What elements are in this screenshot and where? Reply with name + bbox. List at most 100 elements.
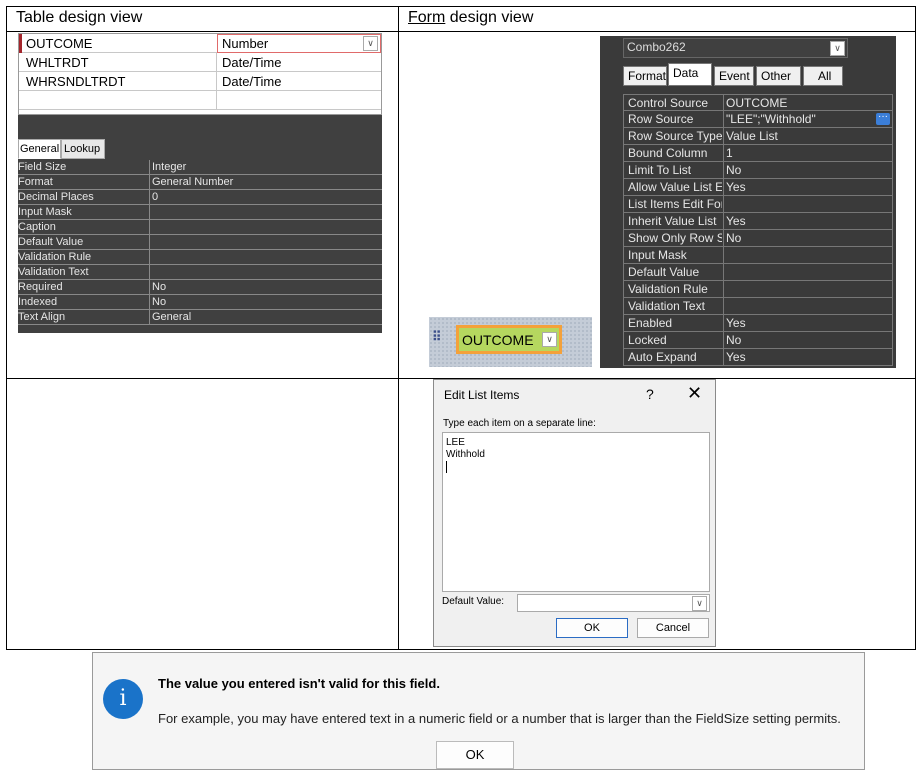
property-value: OUTCOME [726,96,788,110]
tab-data[interactable]: Data [668,63,712,86]
help-icon[interactable]: ? [646,386,654,402]
property-row[interactable]: Required No [18,280,382,295]
property-row[interactable]: Control Source OUTCOME [623,94,893,111]
field-name: WHRSNDLTRDT [26,74,126,89]
property-separator [149,280,150,295]
list-items-textarea[interactable]: LEE Withhold [442,432,710,592]
property-name: Limit To List [628,163,692,177]
property-row[interactable]: Validation Text [18,265,382,280]
property-value: No [726,333,742,347]
close-icon[interactable]: ✕ [687,383,702,404]
property-name: Allow Value List Edits [628,180,722,194]
ok-button[interactable]: OK [556,618,628,638]
property-name: Required [18,281,63,293]
move-handle-icon[interactable]: ⠿ [432,329,446,345]
column-separator [216,72,217,91]
property-name: Validation Rule [628,282,708,296]
property-separator [723,298,724,314]
tab-other[interactable]: Other [756,66,801,86]
field-row-outcome[interactable]: OUTCOME Number ∨ [19,34,381,53]
property-name: Text Align [18,311,66,323]
property-separator [723,281,724,297]
text-caret [446,461,447,473]
property-row[interactable]: Format General Number [18,175,382,190]
property-value: Yes [726,350,746,364]
property-row[interactable]: Enabled Yes [623,315,893,332]
tab-event[interactable]: Event [714,66,754,86]
column-separator [216,53,217,72]
chevron-down-icon[interactable]: ∨ [692,596,707,611]
property-value: 1 [726,146,733,160]
tab-general[interactable]: General [18,139,61,159]
property-name: Default Value [628,265,700,279]
property-row[interactable]: Decimal Places 0 [18,190,382,205]
property-row[interactable]: Auto Expand Yes [623,349,893,366]
tab-format[interactable]: Format [623,66,667,86]
property-separator [723,315,724,331]
default-value-select[interactable]: ∨ [517,594,710,612]
error-message: For example, you may have entered text i… [158,711,841,726]
property-row[interactable]: Default Value [623,264,893,281]
property-row[interactable]: Input Mask [623,247,893,264]
property-row[interactable]: Validation Text [623,298,893,315]
field-name: WHLTRDT [26,55,89,70]
row-selector[interactable] [19,34,22,53]
property-separator [149,190,150,205]
property-row[interactable]: Show Only Row Source Values No [623,230,893,247]
property-name: Field Size [18,161,67,173]
field-grid: OUTCOME Number ∨ WHLTRDT Date/Time WHRSN… [18,33,382,115]
property-row[interactable]: Indexed No [18,295,382,310]
property-value: Value List [726,129,778,143]
property-row[interactable]: Limit To List No [623,162,893,179]
control-label: OUTCOME [462,332,534,348]
tab-all[interactable]: All [803,66,843,86]
property-separator [149,205,150,220]
property-value: Yes [726,316,746,330]
field-row-whltrdt[interactable]: WHLTRDT Date/Time [19,53,381,72]
property-name: Input Mask [628,248,687,262]
property-row[interactable]: List Items Edit Form [623,196,893,213]
builder-ellipsis-icon[interactable]: ··· [876,112,890,125]
property-value: Yes [726,180,746,194]
property-value: 0 [152,191,159,203]
property-row[interactable]: Input Mask [18,205,382,220]
property-name: Input Mask [18,206,72,218]
property-row[interactable]: Validation Rule [623,281,893,298]
property-row[interactable]: Row Source "LEE";"Withhold" ··· [623,111,893,128]
property-separator [723,111,724,127]
outcome-combo-control[interactable]: OUTCOME ∨ [456,325,562,354]
list-item: Withhold [446,449,485,460]
property-separator [723,145,724,161]
property-separator [723,264,724,280]
property-value: General [152,311,192,323]
info-icon: i [103,679,143,719]
property-row[interactable]: Inherit Value List Yes [623,213,893,230]
property-row[interactable]: Bound Column 1 [623,145,893,162]
property-value: No [726,163,742,177]
table-divider-vertical [398,6,399,650]
property-row[interactable]: Validation Rule [18,250,382,265]
property-row[interactable]: Allow Value List Edits Yes [623,179,893,196]
property-row[interactable]: Text Align General [18,310,382,325]
property-row[interactable]: Caption [18,220,382,235]
cancel-button[interactable]: Cancel [637,618,709,638]
chevron-down-icon[interactable]: ∨ [830,41,845,56]
property-row[interactable]: Default Value [18,235,382,250]
property-row[interactable]: Field Size Integer [18,160,382,175]
field-row-empty[interactable] [19,91,381,110]
tab-lookup[interactable]: Lookup [61,139,105,159]
property-separator [149,235,150,250]
field-row-whrsndltrdt[interactable]: WHRSNDLTRDT Date/Time [19,72,381,91]
property-name: Show Only Row Source Values [628,231,722,245]
property-separator [149,220,150,235]
chevron-down-icon[interactable]: ∨ [542,332,557,347]
property-row[interactable]: Row Source Type Value List [623,128,893,145]
property-separator [149,160,150,175]
ok-button[interactable]: OK [436,741,514,769]
property-name: Validation Text [18,266,89,278]
chevron-down-icon[interactable]: ∨ [363,36,378,51]
control-selector[interactable]: Combo262 ∨ [623,38,848,58]
property-name: Validation Rule [18,251,92,263]
property-row[interactable]: Locked No [623,332,893,349]
property-separator [723,349,724,365]
